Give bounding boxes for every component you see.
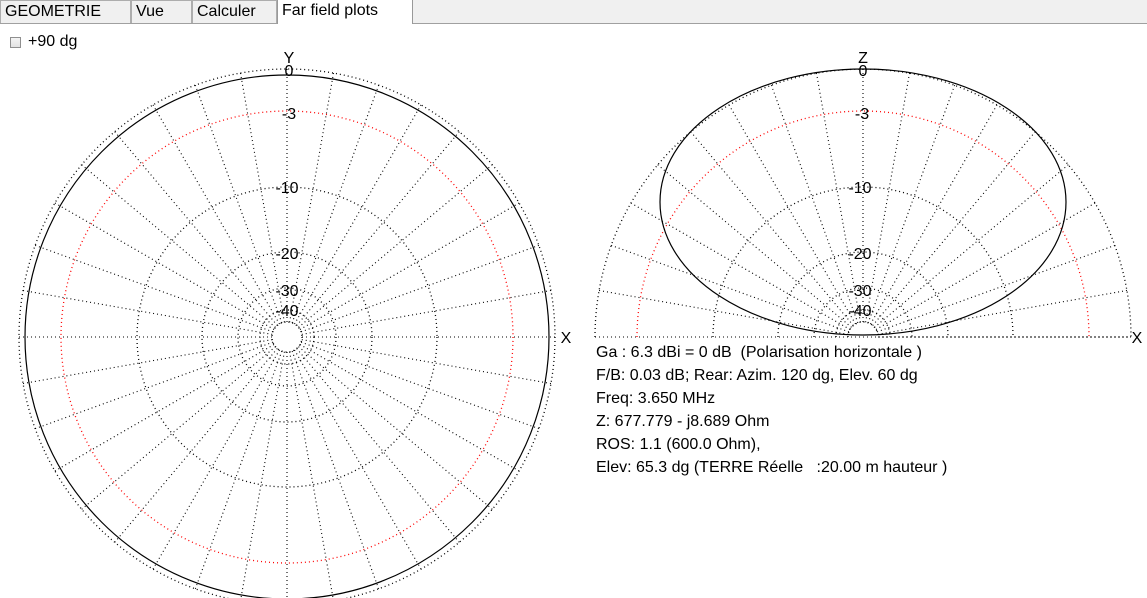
azimuth-grid-spoke (152, 349, 280, 570)
front-back-readout: F/B: 0.03 dB; Rear: Azim. 120 dg, Elev. … (596, 367, 918, 384)
azimuth-grid-spoke (296, 131, 460, 326)
azimuth-grid-spoke (114, 131, 278, 326)
azimuth-grid-spoke (298, 346, 493, 510)
elevation-grid-spoke (877, 289, 1128, 335)
elevation-grid-spoke (875, 202, 1096, 330)
azimuth-grid-spoke (54, 344, 275, 472)
azimuth-grid-spoke (296, 348, 460, 543)
azimuth-grid-spoke (294, 104, 422, 325)
elevation-ring-label-20: -20 (848, 246, 871, 263)
swr-readout: ROS: 1.1 (600.0 Ohm), (596, 436, 761, 453)
azimuth-grid-spoke (298, 164, 493, 328)
azimuth-grid-spoke (114, 348, 278, 543)
azimuth-ring-label-30: -30 (275, 283, 298, 300)
azimuth-grid-spoke (194, 350, 283, 590)
azimuth-grid-spoke (299, 344, 520, 472)
azimuth-grid-spoke (289, 351, 334, 598)
elevation-ring-label-40: -40 (848, 303, 871, 320)
elevation-ring-label-3: -3 (855, 106, 869, 123)
far-field-plots: Y X 0 -3 -10 -20 -30 -40 Z X 0 -3 -10 -2… (18, 50, 1143, 598)
elevation-ring-label-0: 0 (859, 63, 868, 80)
elevation-grid-spoke (630, 202, 851, 330)
azimuth-grid-spoke (291, 350, 380, 590)
elevation-grid-spoke (728, 104, 856, 325)
gain-readout: Ga : 6.3 dBi = 0 dB (Polarisation horizo… (596, 344, 922, 361)
azimuth-grid-spoke (54, 202, 275, 330)
elevation-grid-spoke (657, 164, 852, 328)
elevation-grid-spoke (870, 104, 998, 325)
azimuth-ring-label-3: -3 (282, 106, 296, 123)
elevation-readout: Elev: 65.3 dg (TERRE Réelle :20.00 m hau… (596, 459, 948, 476)
azimuth-ring-label-0: 0 (285, 63, 294, 80)
azimuth-grid-spoke (300, 244, 540, 333)
results-panel: Ga : 6.3 dBi = 0 dB (Polarisation horizo… (596, 342, 947, 480)
azimuth-ring-label-40: -40 (275, 303, 298, 320)
elevation-grid-spoke (690, 131, 854, 326)
azimuth-ring-label-20: -20 (275, 246, 298, 263)
azimuth-grid-spoke (299, 202, 520, 330)
azimuth-grid-spoke (240, 351, 285, 598)
azimuth-grid-spoke (22, 289, 273, 335)
azimuth-grid-spoke (294, 349, 422, 570)
elevation-grid-spoke (874, 164, 1069, 328)
azimuth-grid-spoke (152, 104, 280, 325)
azimuth-grid-spoke (34, 341, 274, 430)
frequency-readout: Freq: 3.650 MHz (596, 390, 716, 407)
azimuth-grid-ring (271, 321, 303, 353)
elevation-ring-label-30: -30 (848, 283, 871, 300)
azimuth-x-axis-label: X (561, 330, 572, 347)
elevation-grid-spoke (872, 131, 1036, 326)
elevation-grid-spoke (610, 244, 850, 333)
azimuth-grid-spoke (81, 346, 276, 510)
impedance-readout: Z: 677.779 - j8.689 Ohm (596, 413, 770, 430)
elevation-x-axis-label: X (1132, 330, 1143, 347)
azimuth-grid-ring (18, 68, 556, 598)
azimuth-grid-spoke (301, 339, 552, 385)
azimuth-plot-grid (18, 68, 556, 598)
elevation-ring-label-10: -10 (848, 180, 871, 197)
elevation-grid-spoke (598, 289, 849, 335)
elevation-grid-spoke (876, 244, 1116, 333)
azimuth-grid-spoke (81, 164, 276, 328)
azimuth-grid-ring (60, 110, 514, 564)
azimuth-grid-spoke (34, 244, 274, 333)
azimuth-grid-ring (136, 186, 438, 488)
azimuth-grid-spoke (22, 339, 273, 385)
azimuth-ring-label-10: -10 (275, 180, 298, 197)
azimuth-grid-spoke (291, 84, 380, 324)
elevation-grid-spoke (865, 72, 911, 323)
elevation-grid-spoke (867, 84, 956, 324)
azimuth-grid-spoke (301, 289, 552, 335)
azimuth-grid-spoke (194, 84, 283, 324)
elevation-grid-spoke (770, 84, 859, 324)
azimuth-grid-spoke (300, 341, 540, 430)
